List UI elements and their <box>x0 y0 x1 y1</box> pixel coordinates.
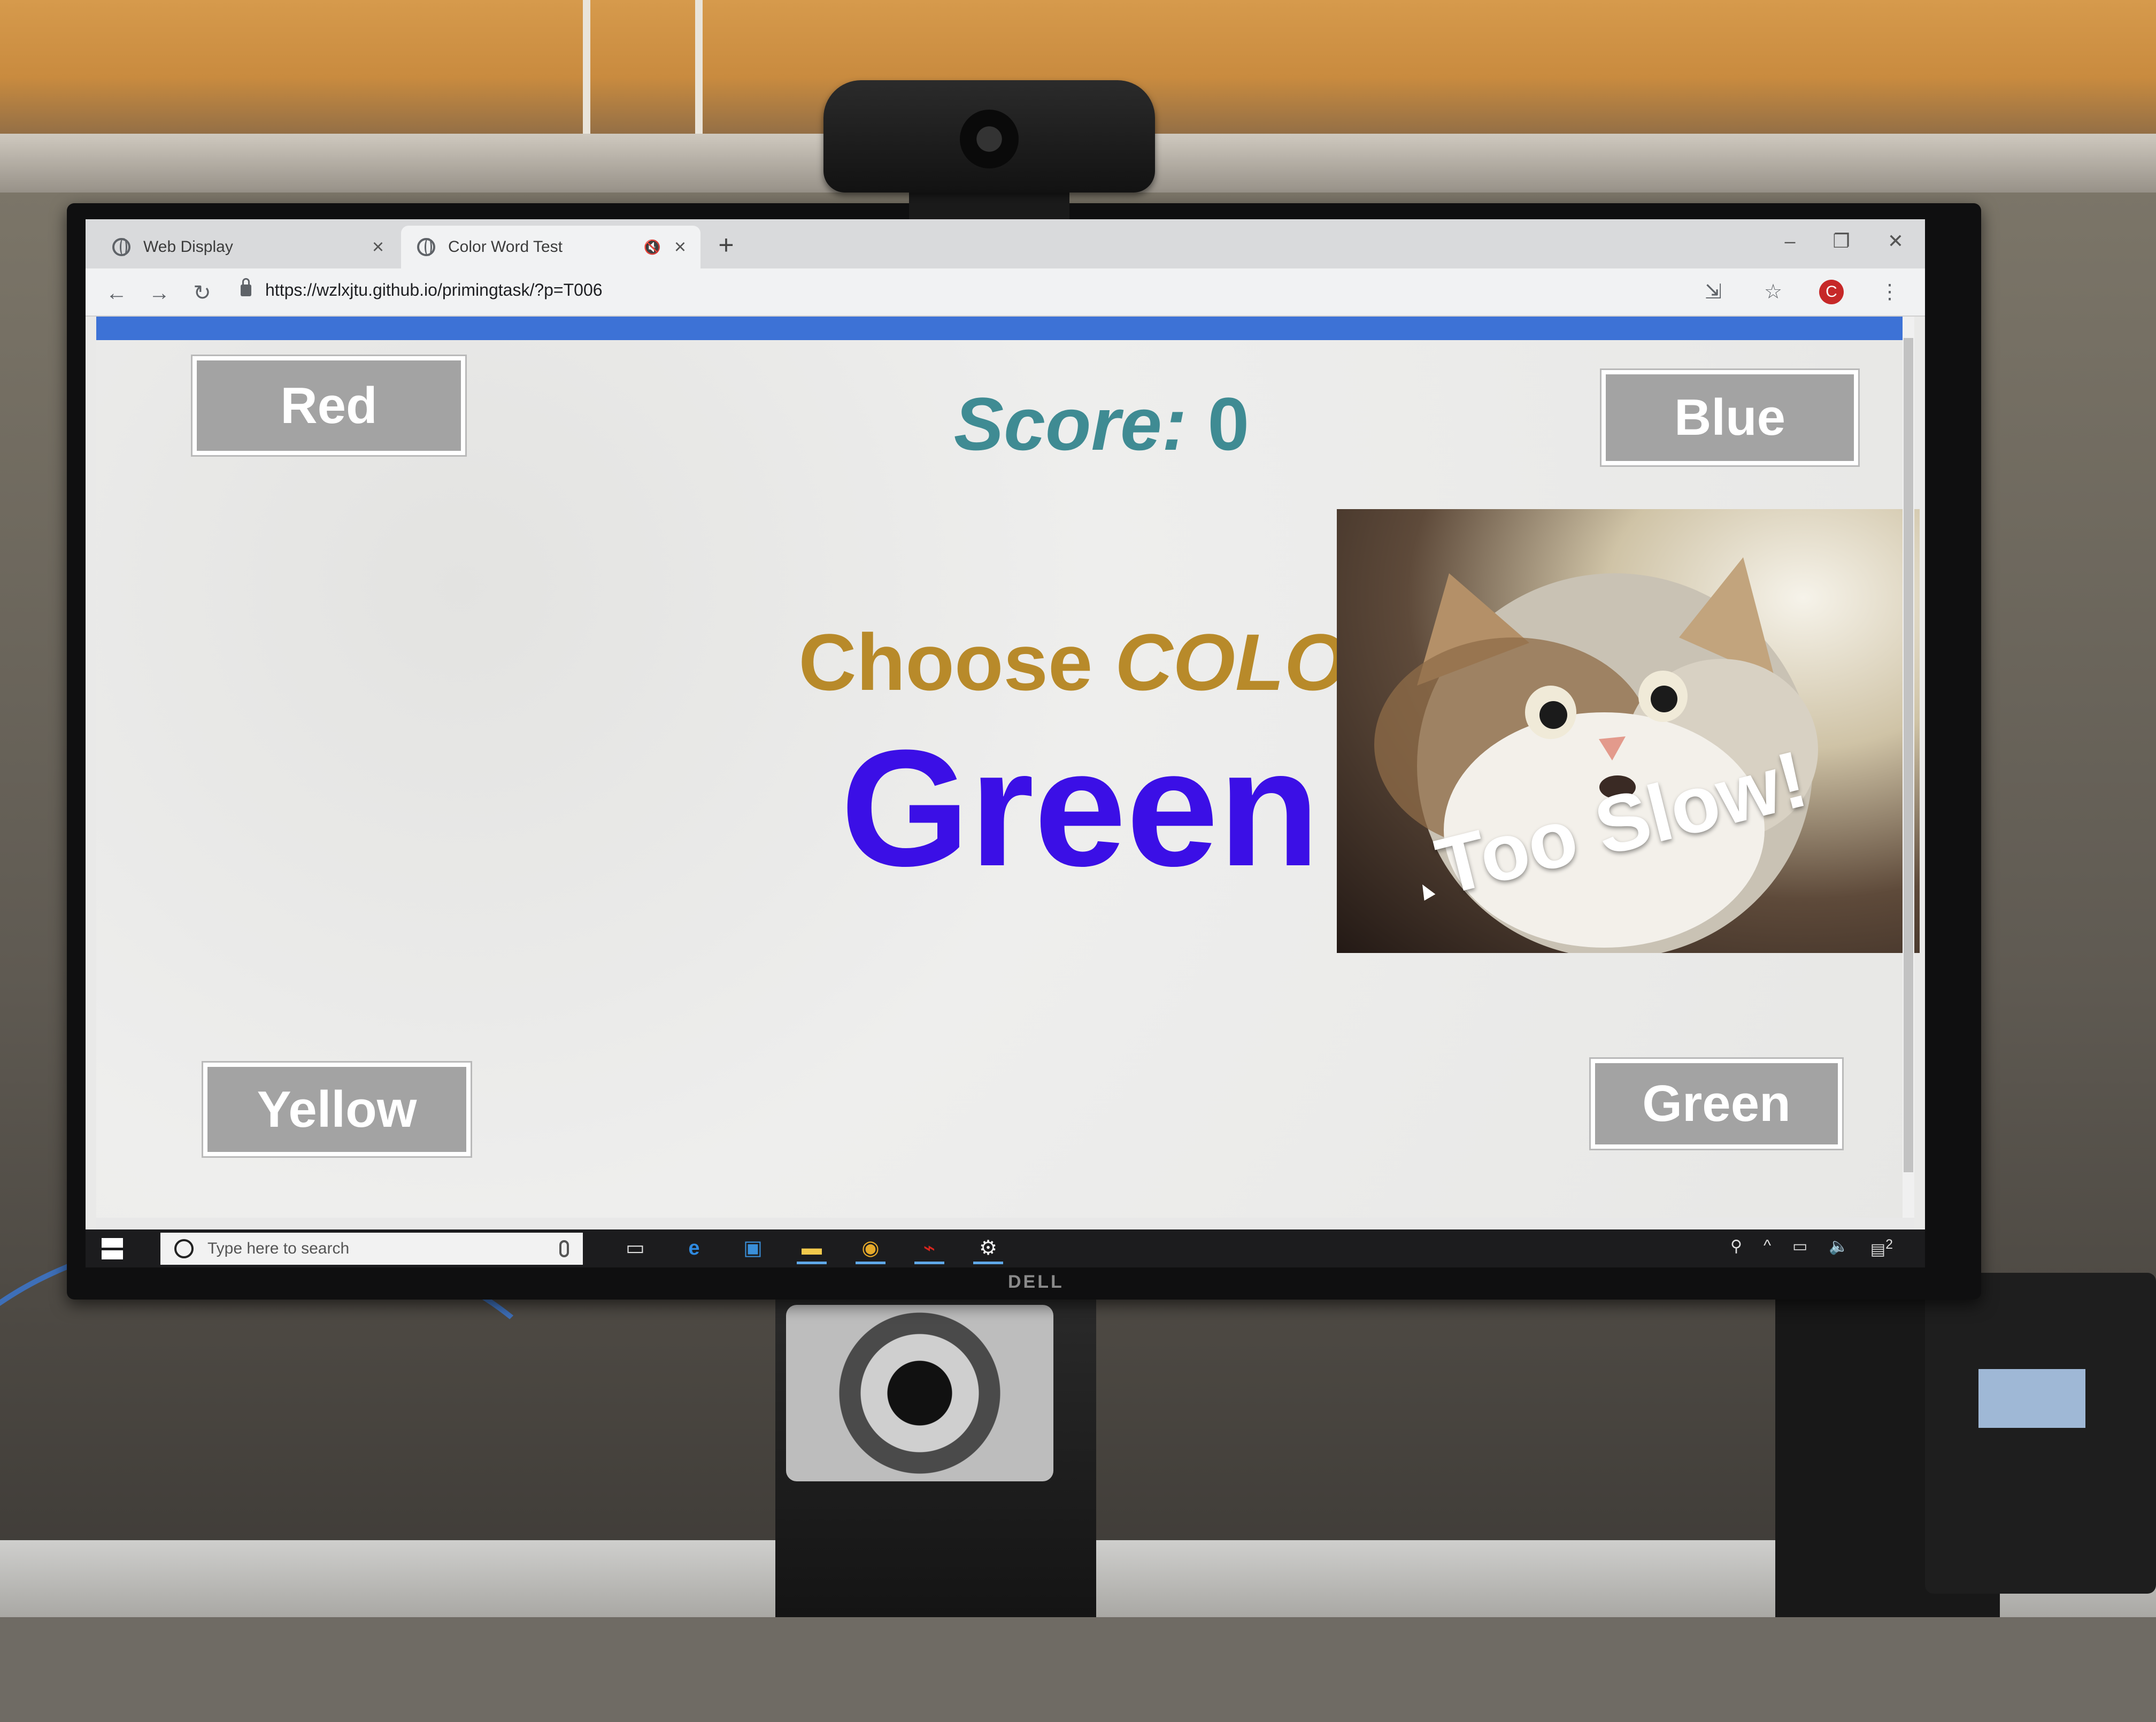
search-placeholder: Type here to search <box>207 1240 350 1257</box>
maximize-icon[interactable]: ❐ <box>1833 230 1850 252</box>
back-icon[interactable]: ← <box>102 278 132 308</box>
volume-muted-icon[interactable]: 🔈 <box>1829 1237 1849 1259</box>
taskbar-search[interactable]: Type here to search <box>160 1233 583 1265</box>
desk-phone <box>1925 1273 2156 1594</box>
lock-icon <box>241 278 251 296</box>
answer-button-yellow[interactable]: Yellow <box>203 1063 471 1156</box>
new-tab-button[interactable]: + <box>710 229 742 261</box>
vertical-scrollbar[interactable] <box>1903 317 1914 1218</box>
tab-close-icon[interactable]: × <box>669 236 691 259</box>
answer-button-blue[interactable]: Blue <box>1601 370 1858 465</box>
notification-count: 2 <box>1885 1237 1893 1252</box>
cortana-icon <box>174 1239 194 1258</box>
file-explorer-icon[interactable]: ▬ <box>797 1235 827 1264</box>
browser-tabbar: Web Display × Color Word Test 🔇 × + – ❐ … <box>86 219 1925 268</box>
tab-close-icon[interactable]: × <box>367 236 389 259</box>
tab-web-display[interactable]: Web Display × <box>96 226 398 268</box>
forward-icon[interactable]: → <box>144 278 174 308</box>
close-window-icon[interactable]: ✕ <box>1888 230 1904 252</box>
store-icon[interactable]: ▣ <box>738 1235 768 1262</box>
mute-icon[interactable]: 🔇 <box>642 239 663 256</box>
toolbar-actions: ⇲ ☆ C ⋮ <box>1699 278 1904 306</box>
answer-button-green[interactable]: Green <box>1591 1059 1842 1149</box>
windows-start-icon[interactable] <box>102 1238 123 1259</box>
window-controls: – ❐ ✕ <box>1785 230 1904 252</box>
progress-bar <box>96 317 1914 340</box>
extension-icon[interactable]: ⇲ <box>1699 278 1727 306</box>
instruction-prefix: Choose <box>798 617 1093 707</box>
address-bar[interactable]: https://wzlxjtu.github.io/primingtask/?p… <box>265 280 603 300</box>
chrome-icon[interactable]: ◉ <box>856 1235 886 1264</box>
tab-title: Web Display <box>143 238 233 256</box>
globe-icon <box>417 238 435 256</box>
desk-phone-screen <box>1978 1369 2085 1428</box>
network-icon[interactable]: ▭ <box>1792 1237 1807 1259</box>
webcam-lens <box>960 110 1019 168</box>
tab-title: Color Word Test <box>448 238 563 256</box>
progress-fill <box>96 317 1914 340</box>
globe-icon <box>112 238 130 256</box>
webcam <box>823 80 1155 193</box>
acrobat-icon[interactable]: ⌁ <box>914 1235 944 1264</box>
score-display: Score: 0 <box>888 381 1315 467</box>
show-hidden-icons-icon[interactable]: ^ <box>1764 1237 1771 1259</box>
windows-taskbar: Type here to search ▭ e ▣ ▬ ◉ ⌁ ⚙ ⚲ ^ ▭ … <box>86 1229 1925 1267</box>
notification-icon[interactable]: ▤2 <box>1870 1237 1893 1259</box>
score-value: 0 <box>1207 382 1250 466</box>
horizontal-scrollbar[interactable] <box>96 1218 1914 1229</box>
menu-icon[interactable]: ⋮ <box>1876 278 1904 306</box>
answer-button-red[interactable]: Red <box>192 356 465 455</box>
eye-tracker-device <box>786 1305 1053 1481</box>
tab-color-word-test[interactable]: Color Word Test 🔇 × <box>401 226 700 268</box>
profile-avatar[interactable]: C <box>1819 280 1844 304</box>
people-icon[interactable]: ⚲ <box>1730 1237 1742 1259</box>
task-view-icon[interactable]: ▭ <box>620 1235 650 1262</box>
system-tray: ⚲ ^ ▭ 🔈 ▤2 <box>1730 1237 1893 1259</box>
microphone-icon[interactable] <box>559 1240 569 1257</box>
reload-icon[interactable]: ↻ <box>187 278 217 308</box>
monitor-brand-logo: DELL <box>1008 1272 1064 1292</box>
settings-icon[interactable]: ⚙ <box>973 1235 1003 1264</box>
star-icon[interactable]: ☆ <box>1759 278 1787 306</box>
scrollbar-thumb[interactable] <box>1904 338 1913 1172</box>
task-page: Red Blue Yellow Green Score: 0 Choose CO… <box>96 317 1920 1218</box>
minimize-icon[interactable]: – <box>1785 230 1796 252</box>
edge-icon[interactable]: e <box>679 1235 709 1262</box>
screen: Web Display × Color Word Test 🔇 × + – ❐ … <box>86 219 1925 1267</box>
score-label: Score: <box>953 382 1187 466</box>
browser-toolbar: ← → ↻ https://wzlxjtu.github.io/primingt… <box>86 268 1925 317</box>
